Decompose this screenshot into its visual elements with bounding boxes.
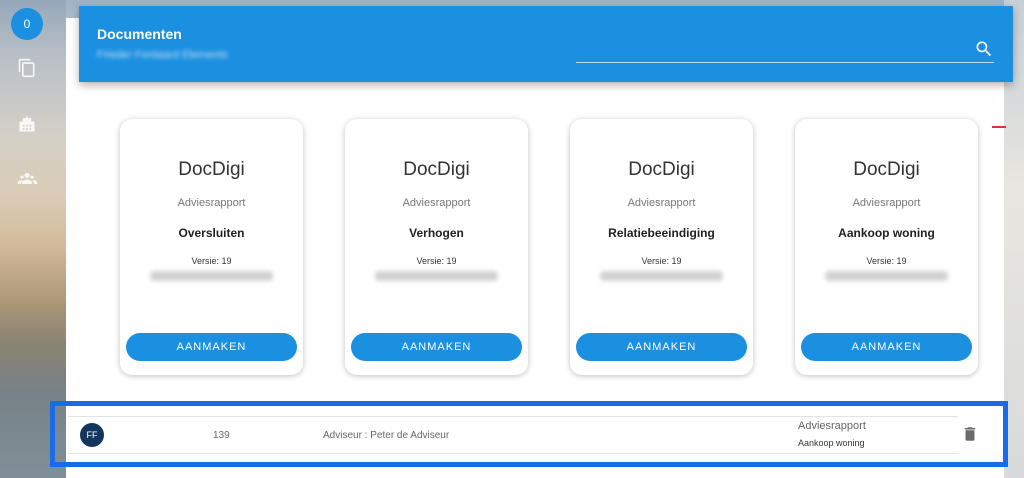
card-name: Oversluiten — [178, 226, 245, 240]
create-button[interactable]: AANMAKEN — [126, 333, 297, 361]
card-version: Versie: 19 — [416, 256, 457, 266]
card-type: Adviesrapport — [177, 197, 246, 209]
create-button[interactable]: AANMAKEN — [801, 333, 972, 361]
collapse-icon[interactable] — [992, 126, 1006, 128]
card-version: Versie: 19 — [641, 256, 682, 266]
document-icon[interactable] — [17, 58, 37, 78]
search-input[interactable] — [576, 62, 994, 63]
create-button[interactable]: AANMAKEN — [351, 333, 522, 361]
card-version: Versie: 19 — [866, 256, 907, 266]
template-card: DocDigi Adviesrapport Relatiebeeindiging… — [570, 119, 753, 375]
page-subtitle: Frieder Fontaard Elements — [97, 49, 228, 61]
card-blurred-text — [825, 271, 948, 281]
template-card: DocDigi Adviesrapport Aankoop woning Ver… — [795, 119, 978, 375]
document-row-highlight[interactable] — [50, 401, 1008, 467]
card-version: Versie: 19 — [191, 256, 232, 266]
card-blurred-text — [375, 271, 498, 281]
documents-header: Documenten Frieder Fontaard Elements — [79, 6, 1013, 82]
card-name: Relatiebeeindiging — [608, 226, 715, 240]
template-card: DocDigi Adviesrapport Oversluiten Versie… — [120, 119, 303, 375]
card-blurred-text — [150, 271, 273, 281]
people-icon[interactable] — [17, 168, 37, 188]
card-blurred-text — [600, 271, 723, 281]
card-brand: DocDigi — [628, 159, 695, 180]
card-brand: DocDigi — [853, 159, 920, 180]
card-name: Verhogen — [409, 226, 464, 240]
card-type: Adviesrapport — [852, 197, 921, 209]
card-type: Adviesrapport — [402, 197, 471, 209]
template-card: DocDigi Adviesrapport Verhogen Versie: 1… — [345, 119, 528, 375]
card-type: Adviesrapport — [627, 197, 696, 209]
search-icon[interactable] — [974, 39, 994, 59]
notification-badge[interactable]: 0 — [11, 8, 43, 40]
card-name: Aankoop woning — [838, 226, 935, 240]
create-button[interactable]: AANMAKEN — [576, 333, 747, 361]
card-brand: DocDigi — [403, 159, 470, 180]
page-title: Documenten — [97, 26, 182, 42]
building-icon[interactable] — [17, 114, 37, 134]
card-brand: DocDigi — [178, 159, 245, 180]
